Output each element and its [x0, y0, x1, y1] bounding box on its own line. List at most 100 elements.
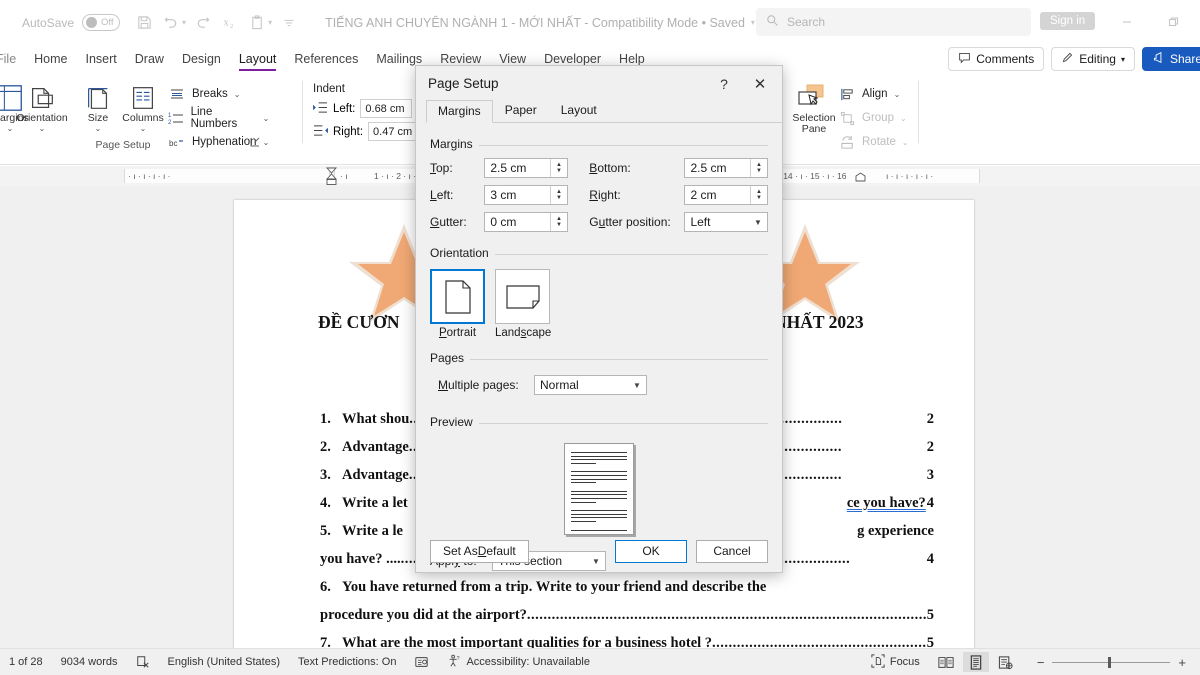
selection-pane-button[interactable]: SelectionPane	[786, 79, 842, 135]
share-button[interactable]: Share	[1142, 47, 1200, 71]
title-bar: AutoSave Off ▾ x2 ▾	[0, 0, 1200, 45]
tab-design[interactable]: Design	[173, 50, 230, 68]
chevron-down-icon[interactable]: ⌄	[95, 125, 102, 133]
gutter-value: 0 cm	[485, 215, 516, 229]
dialog-tab-paper[interactable]: Paper	[493, 99, 549, 122]
restore-icon[interactable]	[1158, 10, 1188, 34]
undo-dropdown-icon[interactable]: ▾	[182, 18, 186, 27]
group-label: Group	[862, 112, 894, 124]
web-layout-button[interactable]	[993, 652, 1019, 672]
focus-button[interactable]: Focus	[862, 654, 929, 671]
accessibility-indicator[interactable]: ? Accessibility: Unavailable	[438, 654, 599, 671]
autosave-switch[interactable]: Off	[82, 14, 120, 31]
comments-button[interactable]: Comments	[948, 47, 1044, 71]
read-mode-button[interactable]	[933, 652, 959, 672]
chevron-down-icon[interactable]: ⌄	[140, 125, 147, 133]
tab-file[interactable]: File	[0, 50, 25, 68]
focus-icon	[871, 654, 885, 671]
page-setup-dialog-launcher-icon[interactable]	[250, 137, 260, 149]
sign-in-button[interactable]: Sign in	[1040, 12, 1095, 30]
clipboard-dropdown-icon[interactable]: ▾	[268, 18, 272, 27]
page-indicator[interactable]: 1 of 28	[0, 656, 52, 668]
page-setup-dialog[interactable]: Page Setup ? ✕ Margins Paper Layout Marg…	[415, 65, 783, 573]
zoom-in-button[interactable]: +	[1174, 655, 1190, 670]
search-input[interactable]: Search	[756, 8, 1031, 36]
landscape-button[interactable]	[495, 269, 550, 324]
orientation-landscape-option[interactable]: Landscape	[495, 269, 550, 339]
gutter-input[interactable]: 0 cm ▲▼	[484, 212, 568, 232]
tab-insert[interactable]: Insert	[77, 50, 126, 68]
help-icon[interactable]: ?	[712, 73, 736, 95]
redo-icon[interactable]	[191, 11, 215, 35]
margin-left-stepper[interactable]: ▲▼	[550, 186, 567, 204]
chevron-down-icon[interactable]: ⌄	[7, 125, 14, 133]
margin-bottom-input[interactable]: 2.5 cm ▲▼	[684, 158, 768, 178]
undo-icon[interactable]	[159, 11, 183, 35]
gutter-position-select[interactable]: Left ▼	[684, 212, 768, 232]
line-numbers-button[interactable]: 12 Line Numbers ⌄	[168, 107, 269, 129]
columns-button[interactable]: Columns ⌄	[115, 79, 171, 133]
toc-page: 3	[926, 461, 934, 489]
save-icon[interactable]	[132, 11, 156, 35]
portrait-button[interactable]	[430, 269, 485, 324]
gutter-stepper[interactable]: ▲▼	[550, 213, 567, 231]
zoom-slider[interactable]	[1052, 662, 1170, 663]
indent-right-input[interactable]: 0.47 cm	[368, 122, 420, 141]
zoom-out-button[interactable]: −	[1033, 655, 1049, 670]
orientation-portrait-option[interactable]: Portrait	[430, 269, 485, 339]
word-count[interactable]: 9034 words	[52, 656, 127, 668]
toc-text: procedure you did at the airport?	[320, 601, 527, 629]
multiple-pages-select[interactable]: Normal ▼	[534, 375, 647, 395]
language-indicator[interactable]: English (United States)	[159, 656, 290, 668]
customize-qat-icon[interactable]	[277, 11, 301, 35]
margin-bottom-stepper[interactable]: ▲▼	[750, 159, 767, 177]
cancel-button[interactable]: Cancel	[696, 540, 768, 563]
list-item[interactable]: 7. What are the most important qualities…	[320, 629, 934, 648]
autosave-toggle[interactable]: AutoSave Off	[22, 14, 120, 31]
tab-draw[interactable]: Draw	[126, 50, 173, 68]
margin-right-stepper[interactable]: ▲▼	[750, 186, 767, 204]
margin-top-input[interactable]: 2.5 cm ▲▼	[484, 158, 568, 178]
orientation-icon	[27, 79, 57, 113]
toc-page: 2	[926, 405, 934, 433]
margin-right-input[interactable]: 2 cm ▲▼	[684, 185, 768, 205]
tab-layout[interactable]: Layout	[230, 50, 286, 68]
dialog-footer: Set As Default OK Cancel	[416, 530, 782, 572]
chevron-down-icon[interactable]: ⌄	[894, 90, 901, 99]
subscript-icon[interactable]: x2	[218, 11, 242, 35]
status-bar: 1 of 28 9034 words English (United State…	[0, 648, 1200, 675]
proofing-icon[interactable]	[127, 655, 159, 669]
tab-home[interactable]: Home	[25, 50, 76, 68]
align-button[interactable]: Align ⌄	[838, 83, 909, 105]
list-item[interactable]: 6. You have returned from a trip. Write …	[320, 573, 934, 601]
chevron-down-icon[interactable]: ⌄	[263, 114, 270, 123]
autosave-knob	[86, 17, 97, 28]
toc-number: 4.	[320, 489, 342, 517]
chevron-down-icon[interactable]: ⌄	[234, 90, 241, 99]
print-layout-button[interactable]	[963, 652, 989, 672]
margin-top-stepper[interactable]: ▲▼	[550, 159, 567, 177]
breaks-button[interactable]: Breaks ⌄	[168, 83, 269, 105]
indent-left-input[interactable]: 0.68 cm	[360, 99, 412, 118]
close-icon[interactable]: ✕	[746, 73, 774, 95]
zoom-slider-thumb[interactable]	[1108, 657, 1111, 668]
dialog-tab-layout[interactable]: Layout	[549, 99, 609, 122]
dictate-icon[interactable]	[405, 655, 438, 669]
chevron-down-icon[interactable]: ⌄	[39, 125, 46, 133]
tab-references[interactable]: References	[285, 50, 367, 68]
right-indent-marker[interactable]	[855, 172, 866, 186]
clipboard-icon[interactable]	[245, 11, 269, 35]
margin-left-input[interactable]: 3 cm ▲▼	[484, 185, 568, 205]
first-line-indent-marker[interactable]	[326, 167, 337, 184]
page-setup-group-label: Page Setup	[0, 139, 264, 151]
editing-button[interactable]: Editing ▾	[1051, 47, 1135, 71]
text-predictions-indicator[interactable]: Text Predictions: On	[289, 656, 405, 668]
toc-text: you have? ....	[320, 545, 401, 573]
orientation-button[interactable]: Orientation ⌄	[14, 79, 70, 133]
set-as-default-button[interactable]: Set As Default	[430, 540, 529, 563]
list-item[interactable]: procedure you did at the airport? ......…	[320, 601, 934, 629]
minimize-icon[interactable]	[1112, 10, 1142, 34]
dialog-tab-margins[interactable]: Margins	[426, 100, 493, 123]
ok-button[interactable]: OK	[615, 540, 687, 563]
title-dropdown-icon[interactable]: ▾	[751, 18, 755, 27]
